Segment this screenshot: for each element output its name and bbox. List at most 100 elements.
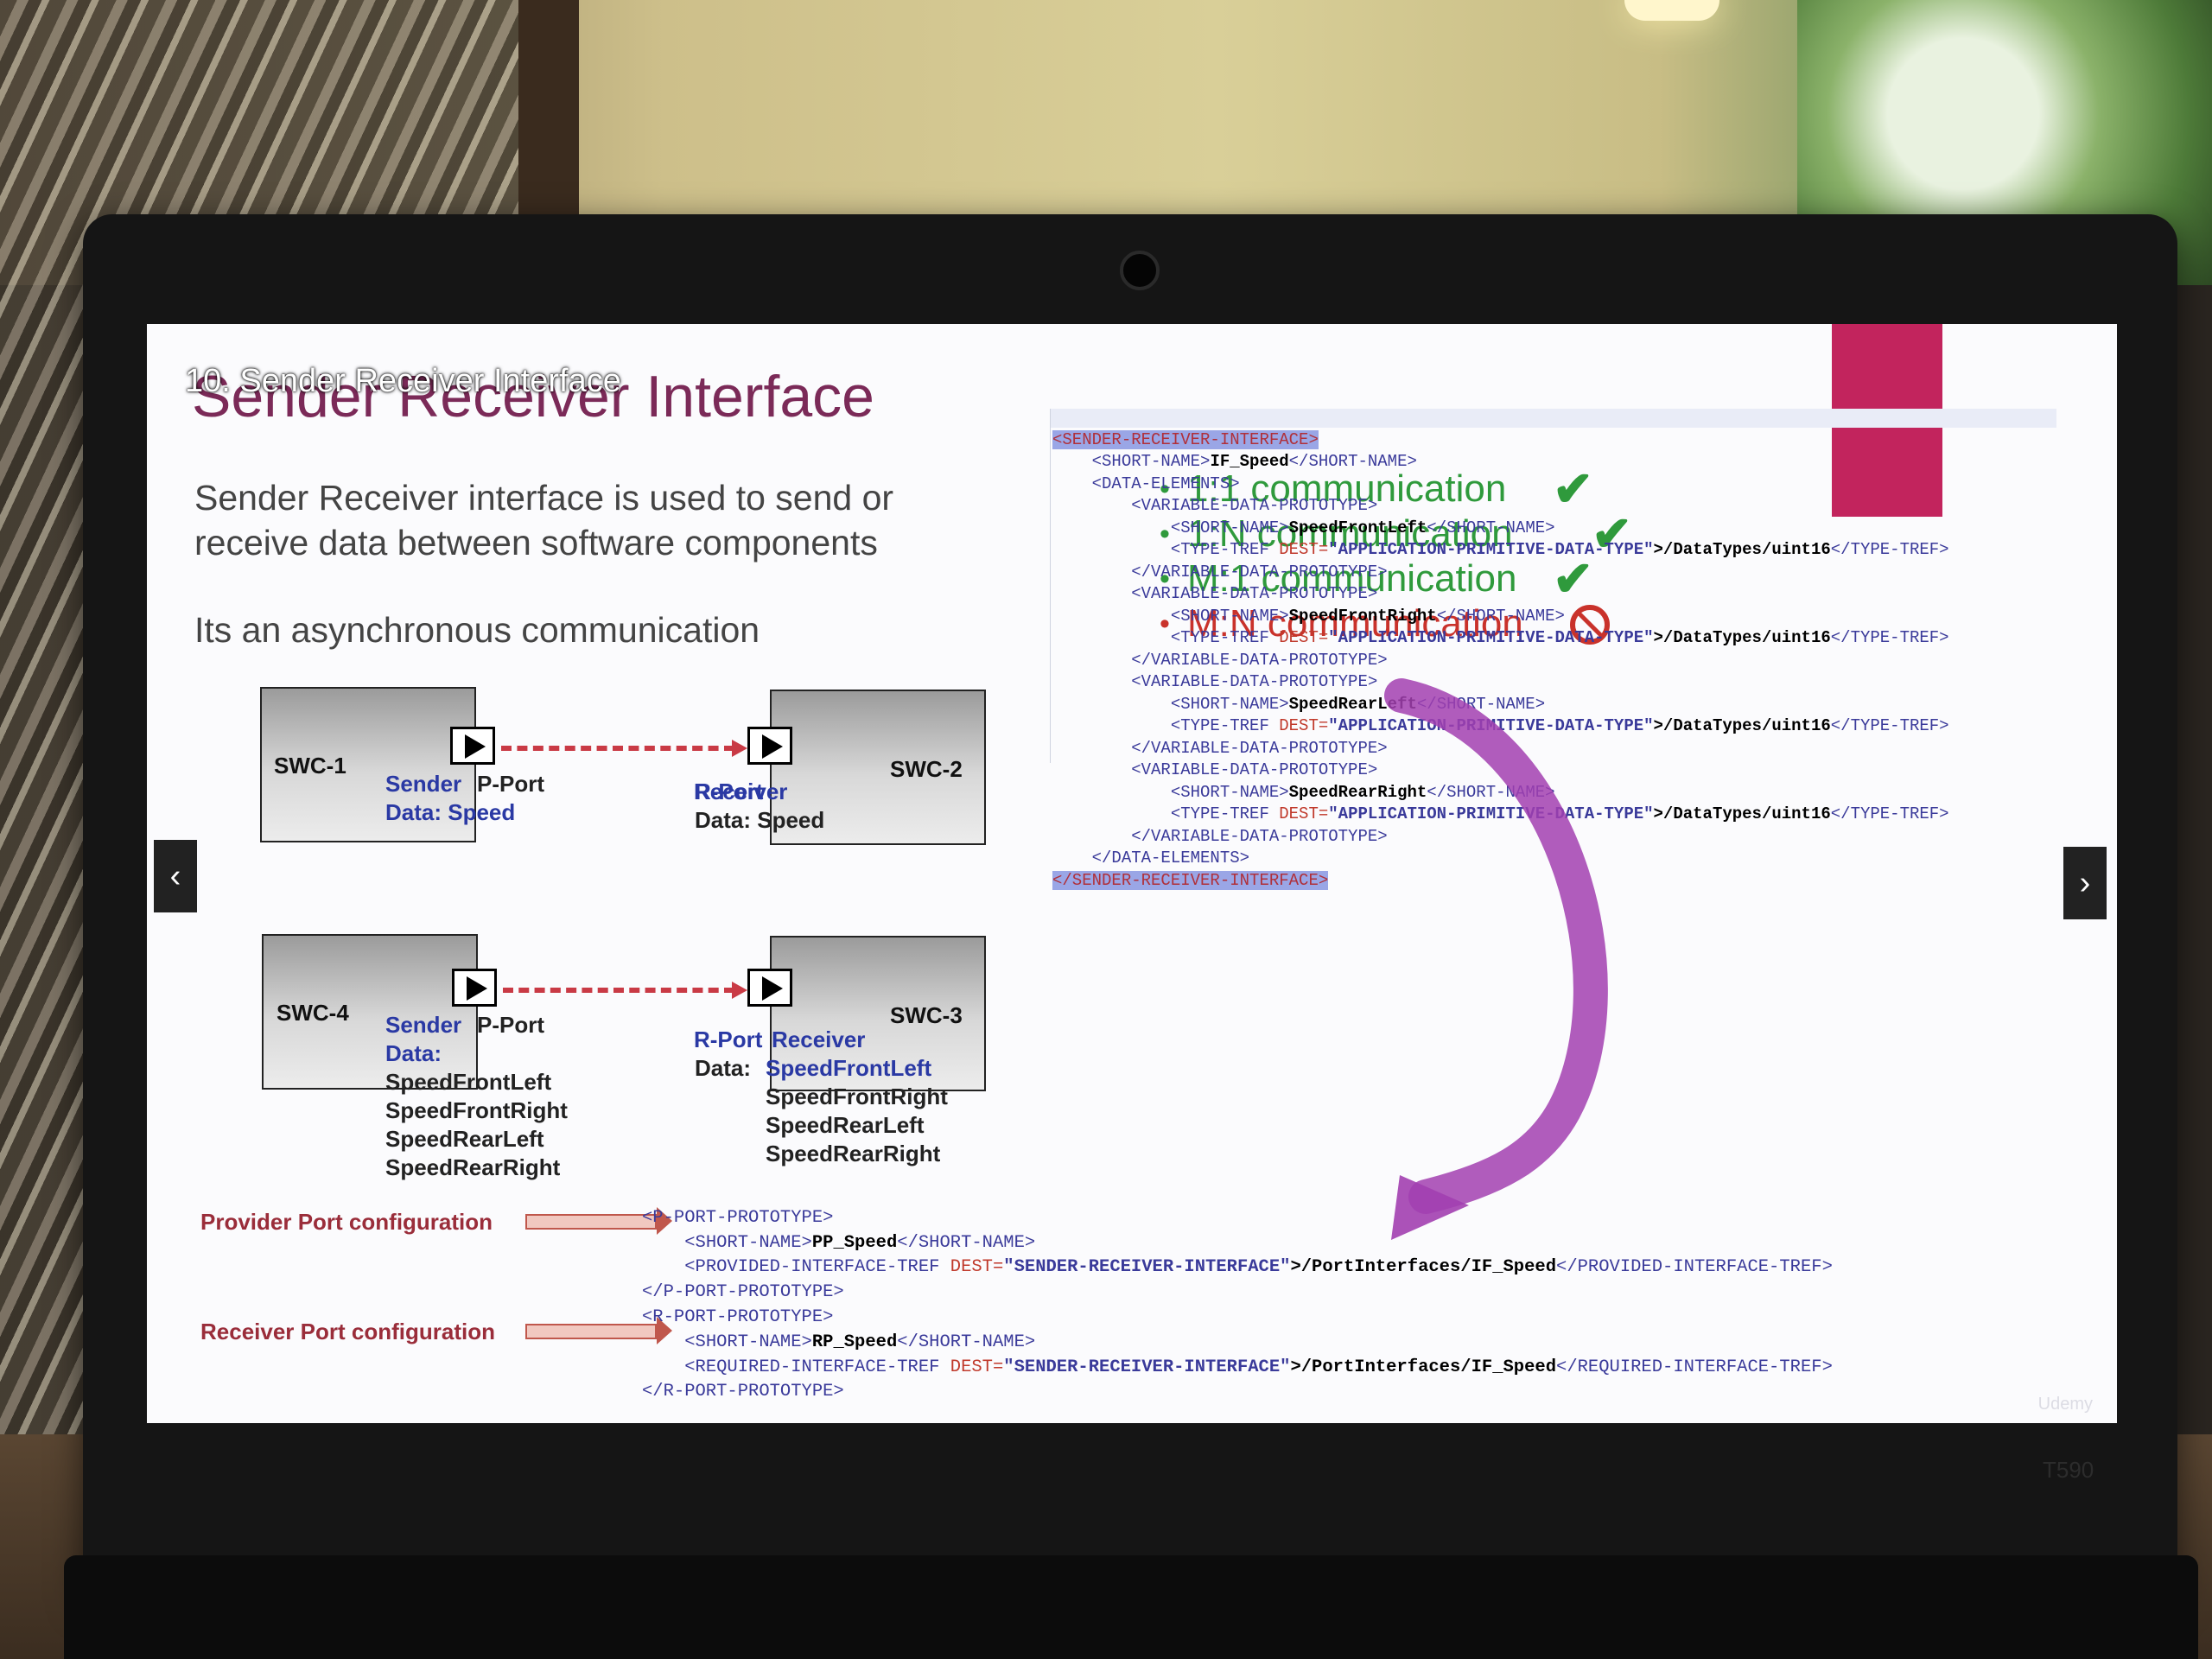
xml-tag: <R-PORT-PROTOTYPE>: [642, 1306, 834, 1327]
sender-label: Sender: [385, 1012, 462, 1038]
xml-tag: </VARIABLE-DATA-PROTOTYPE>: [1131, 650, 1388, 670]
watermark: Udemy: [2037, 1395, 2093, 1414]
xml-string: "APPLICATION-PRIMITIVE-DATA-TYPE": [1328, 804, 1654, 823]
xml-tag: <PROVIDED-INTERFACE-TREF: [684, 1257, 950, 1278]
webcam-icon: [1120, 251, 1160, 290]
xml-value: SpeedFrontRight: [1288, 606, 1437, 626]
xml-attr: DEST=: [1279, 716, 1329, 735]
xml-tag: <DATA-ELEMENTS>: [1091, 474, 1240, 493]
xml-tag: </SHORT-NAME>: [1288, 452, 1417, 471]
xml-tag: <VARIABLE-DATA-PROTOTYPE>: [1131, 496, 1378, 515]
r-port-icon: [747, 727, 792, 765]
element-label: SpeedRearRight: [385, 1154, 561, 1180]
xml-tag: </DATA-ELEMENTS>: [1091, 849, 1250, 868]
element-label: SpeedFrontRight: [385, 1097, 568, 1123]
xml-tag: <P-PORT-PROTOTYPE>: [642, 1207, 834, 1228]
xml-tag: <TYPE-TREF: [1170, 716, 1280, 735]
data-speed-label: Data: Speed: [385, 799, 516, 825]
xml-value: >/DataTypes/uint16: [1653, 804, 1831, 823]
xml-string: "APPLICATION-PRIMITIVE-DATA-TYPE": [1328, 540, 1654, 559]
xml-value: >/PortInterfaces/IF_Speed: [1290, 1357, 1557, 1377]
r-port-label: R-Port: [695, 778, 763, 806]
xml-tag: <VARIABLE-DATA-PROTOTYPE>: [1131, 584, 1378, 603]
laptop-hinge: [64, 1555, 2198, 1659]
xml-tag: </SENDER-RECEIVER-INTERFACE>: [1052, 870, 1329, 890]
xml-tag: </TYPE-TREF>: [1830, 628, 1949, 647]
intro-line-1: Sender Receiver interface is used to sen…: [194, 478, 894, 518]
xml-tag: </SHORT-NAME>: [1427, 782, 1555, 802]
xml-tag: <SHORT-NAME>: [1170, 518, 1289, 537]
xml-tag: </TYPE-TREF>: [1830, 716, 1949, 735]
xml-tag: </VARIABLE-DATA-PROTOTYPE>: [1131, 826, 1388, 846]
p-port-label: P-Port: [477, 1012, 544, 1038]
xml-value: RP_Speed: [811, 1332, 898, 1352]
r-port-label: R-Port: [694, 1027, 763, 1052]
xml-tag: <SHORT-NAME>: [1091, 452, 1211, 471]
element-label: SpeedFrontLeft: [766, 1055, 932, 1081]
xml-tag: <TYPE-TREF: [1170, 540, 1280, 559]
p-port-icon: [450, 727, 495, 765]
xml-tag: <SHORT-NAME>: [1170, 694, 1289, 714]
xml-tag: </P-PORT-PROTOTYPE>: [642, 1282, 844, 1303]
receiver-config-label: Receiver Port configuration: [200, 1319, 495, 1344]
xml-tag: </PROVIDED-INTERFACE-TREF>: [1556, 1257, 1833, 1278]
xml-value: >/PortInterfaces/IF_Speed: [1290, 1257, 1557, 1278]
xml-tag: <VARIABLE-DATA-PROTOTYPE>: [1131, 672, 1378, 691]
xml-tag: </VARIABLE-DATA-PROTOTYPE>: [1131, 562, 1388, 582]
data-label: Data:: [695, 1055, 752, 1081]
xml-value: PP_Speed: [811, 1232, 898, 1253]
slide-intro: Sender Receiver interface is used to sen…: [194, 475, 1058, 565]
video-overlay-title: 10. Sender Receiver Interface: [185, 363, 621, 399]
xml-tag: </SHORT-NAME>: [1436, 606, 1565, 626]
xml-tag: </VARIABLE-DATA-PROTOTYPE>: [1131, 738, 1388, 758]
xml-tag: <REQUIRED-INTERFACE-TREF: [684, 1357, 950, 1377]
xml-string: "SENDER-RECEIVER-INTERFACE": [1003, 1257, 1291, 1278]
receiver-label: Receiver: [772, 1027, 866, 1052]
element-label: SpeedRearLeft: [766, 1112, 925, 1138]
element-label: SpeedFrontRight: [766, 1084, 948, 1109]
data-speed-label: Data: Speed: [695, 807, 825, 833]
xml-tag: <SHORT-NAME>: [684, 1232, 812, 1253]
xml-string: "APPLICATION-PRIMITIVE-DATA-TYPE": [1328, 628, 1654, 647]
arrow-right-icon: [525, 1207, 672, 1235]
xml-value: >/DataTypes/uint16: [1653, 540, 1831, 559]
arrow-right-icon: [525, 1317, 672, 1344]
p-port-icon: [452, 969, 497, 1007]
swc-4-label: SWC-4: [276, 1000, 349, 1026]
laptop-screen: Sender Receiver Interface 10. Sender Rec…: [147, 324, 2117, 1423]
xml-attr: DEST=: [950, 1257, 1004, 1278]
xml-attr: DEST=: [1279, 628, 1329, 647]
next-slide-button[interactable]: ›: [2063, 847, 2107, 919]
port-link: [501, 746, 734, 751]
xml-port-code: <P-PORT-PROTOTYPE> <SHORT-NAME>PP_Speed<…: [642, 1181, 1833, 1423]
ceiling-lamp: [1624, 0, 1719, 21]
xml-attr: DEST=: [1279, 804, 1329, 823]
element-label: SpeedRearLeft: [385, 1126, 544, 1152]
xml-value: >/DataTypes/uint16: [1653, 628, 1831, 647]
xml-tag: <SHORT-NAME>: [1170, 606, 1289, 626]
xml-tag: </R-PORT-PROTOTYPE>: [642, 1382, 844, 1402]
chevron-right-icon: ›: [2079, 864, 2091, 901]
chevron-left-icon: ‹: [169, 857, 181, 894]
xml-tag: </TYPE-TREF>: [1830, 540, 1949, 559]
previous-slide-button[interactable]: ‹: [154, 840, 197, 912]
xml-string: "APPLICATION-PRIMITIVE-DATA-TYPE": [1328, 716, 1654, 735]
swc-3-label: SWC-3: [890, 1002, 963, 1028]
element-label: SpeedFrontLeft: [385, 1069, 552, 1095]
xml-value: SpeedRearLeft: [1288, 694, 1417, 714]
xml-value: >/DataTypes/uint16: [1653, 716, 1831, 735]
xml-tag: <SHORT-NAME>: [1170, 782, 1289, 802]
element-label: SpeedRearRight: [766, 1141, 941, 1166]
arrow-right-icon: [732, 982, 747, 999]
xml-string: "SENDER-RECEIVER-INTERFACE": [1003, 1357, 1291, 1377]
xml-tag: <SHORT-NAME>: [684, 1332, 812, 1352]
swc-2-label: SWC-2: [890, 756, 963, 782]
xml-interface-code: <SENDER-RECEIVER-INTERFACE> <SHORT-NAME>…: [1052, 407, 1949, 914]
async-note: Its an asynchronous communication: [194, 610, 760, 650]
intro-line-2: receive data between software components: [194, 523, 878, 563]
xml-value: IF_Speed: [1210, 452, 1289, 471]
p-port-label: P-Port: [477, 771, 544, 797]
xml-tag: </SHORT-NAME>: [1416, 694, 1546, 714]
xml-tag: <VARIABLE-DATA-PROTOTYPE>: [1131, 760, 1378, 779]
xml-tag: </SHORT-NAME>: [1427, 518, 1555, 537]
